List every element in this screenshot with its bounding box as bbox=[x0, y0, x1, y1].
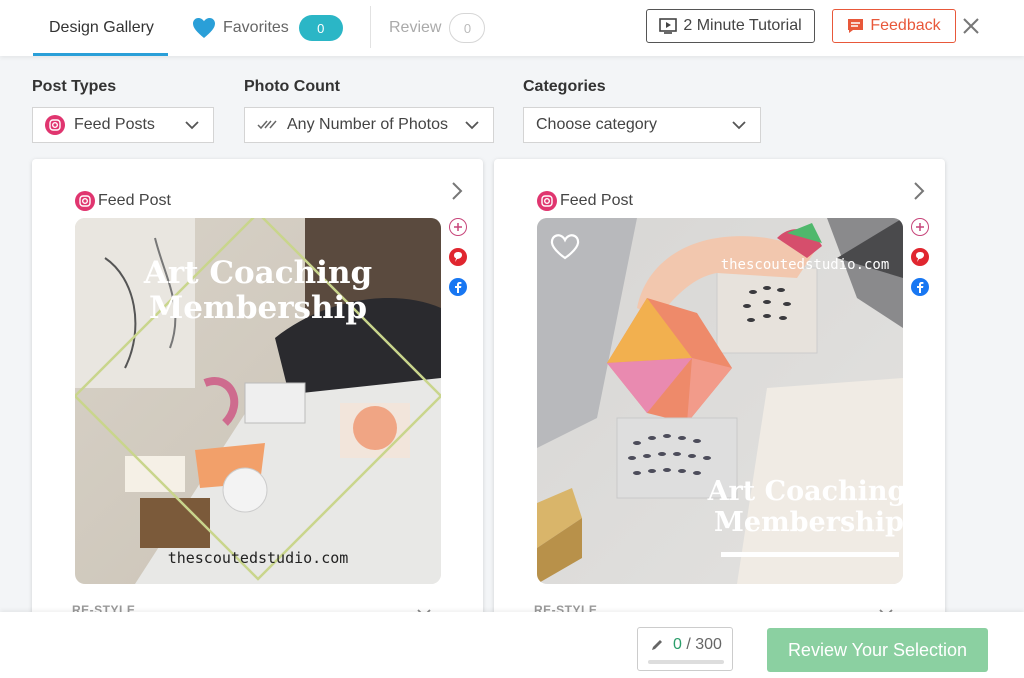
pinterest-icon[interactable] bbox=[449, 248, 467, 266]
card-type-label: Feed Post bbox=[98, 192, 171, 209]
design-card[interactable]: Feed Post Art Coaching Membership thesco… bbox=[32, 159, 483, 629]
tab-label: Design Gallery bbox=[49, 19, 154, 36]
active-tab-indicator bbox=[33, 53, 168, 56]
tab-label: Review bbox=[389, 19, 442, 36]
counter-text: 0 / 300 bbox=[673, 636, 722, 654]
tab-design-gallery[interactable]: Design Gallery bbox=[49, 0, 154, 56]
design-website: thescoutedstudio.com bbox=[721, 257, 890, 273]
feedback-icon bbox=[848, 19, 864, 33]
design-website: thescoutedstudio.com bbox=[168, 549, 349, 567]
facebook-icon[interactable] bbox=[911, 278, 929, 296]
design-preview-image[interactable]: thescoutedstudio.com Art Coaching Member… bbox=[537, 218, 903, 584]
tutorial-label: 2 Minute Tutorial bbox=[683, 17, 802, 34]
pencil-icon bbox=[652, 640, 662, 650]
close-icon[interactable] bbox=[961, 14, 981, 38]
tutorial-button[interactable]: 2 Minute Tutorial bbox=[646, 9, 815, 43]
design-preview-image[interactable]: Art Coaching Membership thescoutedstudio… bbox=[75, 218, 441, 584]
photo-count-dropdown[interactable]: Any Number of Photos bbox=[244, 107, 494, 143]
tab-favorites[interactable]: Favorites 0 bbox=[192, 0, 343, 56]
selected-count: 0 bbox=[673, 636, 682, 653]
tab-review[interactable]: Review 0 bbox=[389, 0, 486, 56]
post-types-label: Post Types bbox=[32, 78, 117, 95]
share-column bbox=[911, 218, 931, 308]
bottom-bar: 0 / 300 Review Your Selection bbox=[0, 612, 1024, 678]
favorites-count-badge: 0 bbox=[298, 15, 343, 41]
categories-label: Categories bbox=[523, 78, 606, 95]
card-type: Feed Post bbox=[75, 191, 171, 211]
post-types-dropdown[interactable]: Feed Posts bbox=[32, 107, 214, 143]
review-selection-button[interactable]: Review Your Selection bbox=[767, 628, 988, 672]
facebook-icon[interactable] bbox=[449, 278, 467, 296]
share-column bbox=[449, 218, 469, 308]
chevron-down-icon bbox=[732, 121, 746, 130]
card-type: Feed Post bbox=[537, 191, 633, 211]
top-bar: Design Gallery Favorites 0 Review 0 2 Mi… bbox=[0, 0, 1024, 56]
photo-count-label: Photo Count bbox=[244, 78, 340, 95]
add-icon[interactable] bbox=[449, 218, 467, 236]
design-title-line2: Membership bbox=[149, 290, 367, 326]
photo-count-value: Any Number of Photos bbox=[287, 116, 448, 133]
categories-dropdown[interactable]: Choose category bbox=[523, 107, 761, 143]
pinterest-icon[interactable] bbox=[911, 248, 929, 266]
add-icon[interactable] bbox=[911, 218, 929, 236]
design-title-line1: Art Coaching bbox=[143, 255, 372, 291]
chevron-down-icon bbox=[185, 121, 199, 130]
review-button-label: Review Your Selection bbox=[787, 639, 968, 660]
chevron-right-icon[interactable] bbox=[451, 181, 463, 201]
chevron-right-icon[interactable] bbox=[913, 181, 925, 201]
card-type-label: Feed Post bbox=[560, 192, 633, 209]
tab-label: Favorites bbox=[223, 19, 289, 36]
design-card[interactable]: Feed Post thescoutedstudio.com Art Coach… bbox=[494, 159, 945, 629]
feedback-label: Feedback bbox=[870, 17, 941, 34]
categories-value: Choose category bbox=[536, 116, 657, 133]
design-title-line2: Membership bbox=[714, 507, 903, 538]
selection-progress-bar bbox=[648, 660, 724, 664]
instagram-icon bbox=[537, 191, 557, 211]
heart-icon bbox=[193, 18, 215, 38]
chevron-down-icon bbox=[465, 121, 479, 130]
design-title-line1: Art Coaching bbox=[707, 476, 903, 507]
instagram-icon bbox=[45, 115, 65, 135]
instagram-icon bbox=[75, 191, 95, 211]
total-count: / 300 bbox=[686, 636, 722, 653]
review-count-badge: 0 bbox=[449, 13, 486, 43]
tutorial-icon bbox=[659, 18, 678, 34]
selection-counter: 0 / 300 bbox=[637, 627, 733, 671]
feedback-button[interactable]: Feedback bbox=[832, 9, 956, 43]
post-types-value: Feed Posts bbox=[74, 116, 155, 133]
design-underline bbox=[721, 552, 899, 557]
divider bbox=[370, 6, 371, 48]
checkmarks-icon bbox=[257, 120, 277, 130]
